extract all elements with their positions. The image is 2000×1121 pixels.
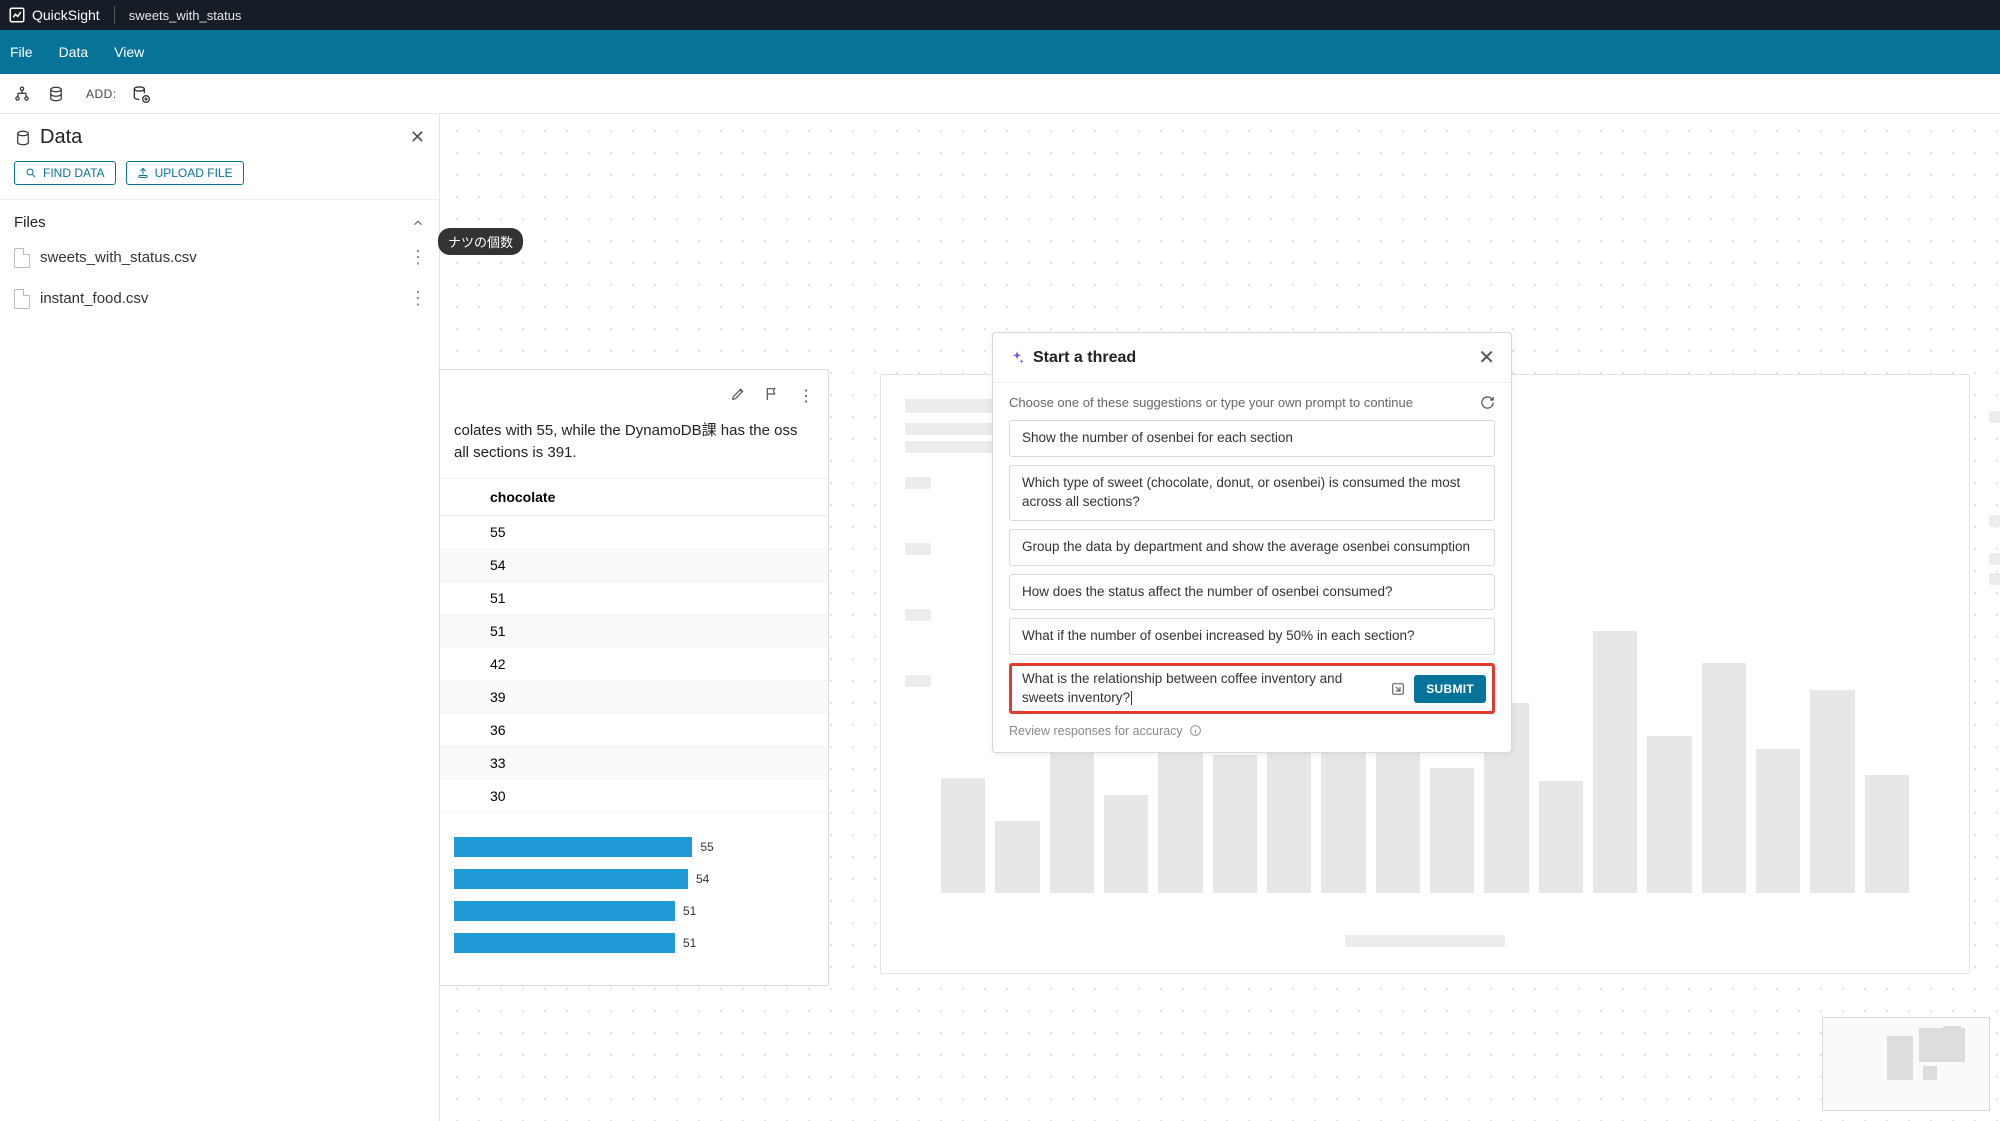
visual-summary: colates with 55, while the DynamoDB課 has… xyxy=(440,420,828,478)
table-row: 39 xyxy=(440,680,828,713)
table-row: 36 xyxy=(440,713,828,746)
table-cell: 51 xyxy=(440,581,828,614)
table-cell: 36 xyxy=(440,713,828,746)
add-database-icon[interactable] xyxy=(131,84,151,104)
data-side-panel: Data ✕ FIND DATA UPLOAD FILE Files sweet… xyxy=(0,114,440,1121)
panel-title-text: Data xyxy=(40,126,82,149)
minimap[interactable] xyxy=(1822,1017,1990,1111)
bar-row: 51 xyxy=(454,933,814,953)
toolbar-add-label: ADD: xyxy=(86,87,117,101)
menu-bar: File Data View xyxy=(0,30,2000,74)
table-row: 51 xyxy=(440,614,828,647)
bar-chart: 55 54 51 51 xyxy=(440,813,828,953)
menu-data[interactable]: Data xyxy=(59,44,89,60)
file-menu-icon[interactable]: ⋮ xyxy=(409,247,425,268)
tooltip-chip: ナツの個数 xyxy=(438,228,523,255)
database-icon[interactable] xyxy=(46,84,66,104)
canvas[interactable]: ⋮ colates with 55, while the DynamoDB課 h… xyxy=(440,114,2000,1121)
modal-close-icon[interactable]: ✕ xyxy=(1478,345,1495,370)
bar-row: 51 xyxy=(454,901,814,921)
review-note: Review responses for accuracy xyxy=(1009,724,1183,738)
app-logo[interactable]: QuickSight xyxy=(8,6,100,24)
suggestion-item[interactable]: Show the number of osenbei for each sect… xyxy=(1009,420,1495,457)
table-row: 51 xyxy=(440,581,828,614)
panel-title: Data xyxy=(14,126,82,149)
bar-value-label: 54 xyxy=(696,872,709,886)
table-row: 33 xyxy=(440,746,828,779)
table-cell: 39 xyxy=(440,680,828,713)
submit-button[interactable]: SUBMIT xyxy=(1414,675,1486,703)
bar-value-label: 51 xyxy=(683,936,696,950)
table-row: 55 xyxy=(440,515,828,548)
panel-close-icon[interactable]: ✕ xyxy=(410,127,425,148)
toolbar: ADD: xyxy=(0,74,2000,114)
table-cell: 33 xyxy=(440,746,828,779)
file-icon xyxy=(14,289,30,309)
bar-value-label: 55 xyxy=(700,840,713,854)
suggestion-item[interactable]: Group the data by department and show th… xyxy=(1009,529,1495,566)
edit-icon[interactable] xyxy=(730,386,746,406)
find-data-label: FIND DATA xyxy=(43,166,105,180)
files-header: Files xyxy=(14,214,46,231)
visual-card[interactable]: ⋮ colates with 55, while the DynamoDB課 h… xyxy=(439,369,829,986)
table-cell: 30 xyxy=(440,779,828,812)
quicksight-logo-icon xyxy=(8,6,26,24)
table-row: 54 xyxy=(440,548,828,581)
refresh-icon[interactable] xyxy=(1480,395,1495,410)
more-icon[interactable]: ⋮ xyxy=(798,386,814,406)
prompt-input[interactable]: What is the relationship between coffee … xyxy=(1022,670,1382,706)
suggestion-item[interactable]: Which type of sweet (chocolate, donut, o… xyxy=(1009,465,1495,521)
info-icon xyxy=(1189,724,1202,737)
file-name: instant_food.csv xyxy=(40,290,148,307)
database-icon xyxy=(14,129,32,147)
data-table: chocolate 555451514239363330 xyxy=(440,478,828,813)
sparkle-icon xyxy=(1009,350,1025,366)
modal-title: Start a thread xyxy=(1033,349,1136,367)
suggestion-item[interactable]: What if the number of osenbei increased … xyxy=(1009,618,1495,655)
document-name: sweets_with_status xyxy=(129,8,242,23)
bar xyxy=(454,901,675,921)
chevron-up-icon[interactable] xyxy=(411,216,425,230)
table-cell: 42 xyxy=(440,647,828,680)
top-header: QuickSight sweets_with_status xyxy=(0,0,2000,30)
table-cell: 54 xyxy=(440,548,828,581)
menu-file[interactable]: File xyxy=(10,44,33,60)
suggestion-item[interactable]: How does the status affect the number of… xyxy=(1009,574,1495,611)
table-cell: 51 xyxy=(440,614,828,647)
find-data-button[interactable]: FIND DATA xyxy=(14,161,116,185)
upload-icon xyxy=(137,167,149,179)
bar-row: 55 xyxy=(454,837,814,857)
file-row[interactable]: sweets_with_status.csv ⋮ xyxy=(0,237,439,278)
file-menu-icon[interactable]: ⋮ xyxy=(409,288,425,309)
bar xyxy=(454,837,692,857)
expand-icon[interactable] xyxy=(1390,681,1406,697)
thread-modal: Start a thread ✕ Choose one of these sug… xyxy=(992,332,1512,753)
table-cell: 55 xyxy=(440,515,828,548)
bar-row: 54 xyxy=(454,869,814,889)
upload-file-label: UPLOAD FILE xyxy=(155,166,233,180)
upload-file-button[interactable]: UPLOAD FILE xyxy=(126,161,244,185)
bar xyxy=(454,869,688,889)
app-name: QuickSight xyxy=(32,7,100,23)
table-header: chocolate xyxy=(440,478,828,515)
file-row[interactable]: instant_food.csv ⋮ xyxy=(0,278,439,319)
file-icon xyxy=(14,248,30,268)
header-divider xyxy=(114,6,115,24)
table-row: 30 xyxy=(440,779,828,812)
modal-instruction: Choose one of these suggestions or type … xyxy=(1009,395,1413,410)
flag-icon[interactable] xyxy=(764,386,780,406)
menu-view[interactable]: View xyxy=(114,44,144,60)
bar-value-label: 51 xyxy=(683,904,696,918)
file-name: sweets_with_status.csv xyxy=(40,249,197,266)
prompt-input-row: What is the relationship between coffee … xyxy=(1009,663,1495,713)
bar xyxy=(454,933,675,953)
search-icon xyxy=(25,167,37,179)
table-row: 42 xyxy=(440,647,828,680)
hierarchy-icon[interactable] xyxy=(12,84,32,104)
